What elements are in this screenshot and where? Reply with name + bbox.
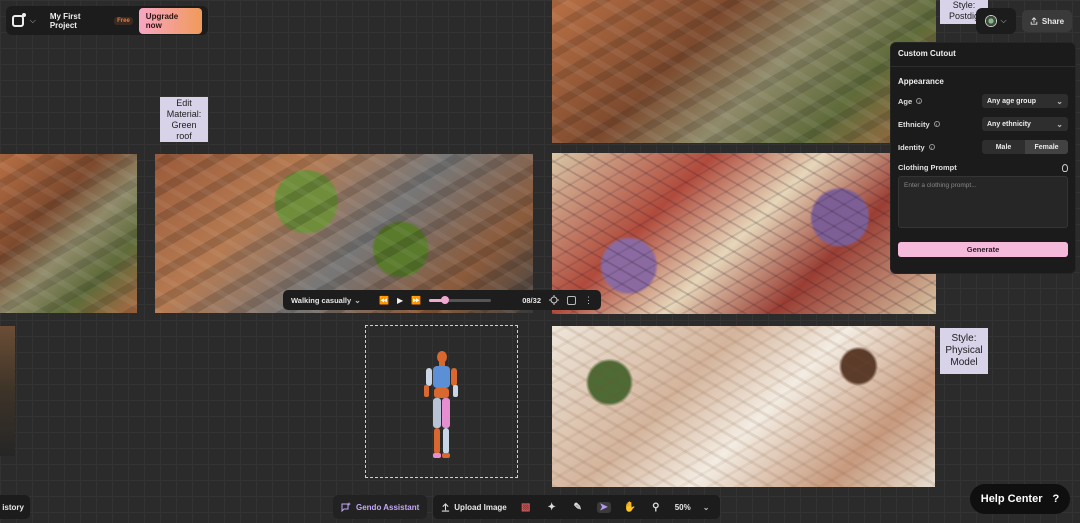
identity-row: Identity i Male Female	[898, 140, 1068, 154]
lightbulb-icon[interactable]	[1062, 163, 1068, 172]
upload-image-button[interactable]: Upload Image	[441, 502, 507, 512]
upgrade-button[interactable]: Upgrade now	[138, 7, 202, 34]
panel-title: Custom Cutout	[891, 49, 1075, 67]
image-left-buildings[interactable]	[0, 154, 137, 313]
project-title[interactable]: My First Project	[50, 12, 108, 30]
clothing-prompt-label: Clothing Prompt	[898, 163, 957, 172]
animation-playback-bar: Walking casually ⌄ ⏪ ▶ ⏩ 08/32 ⋮	[283, 290, 601, 310]
identity-label: Identity	[898, 142, 925, 152]
person-tool-icon[interactable]: ✦	[545, 502, 559, 513]
assistant-icon	[341, 502, 351, 512]
play-icon[interactable]: ▶	[397, 296, 403, 305]
assistant-label: Gendo Assistant	[356, 502, 420, 512]
info-icon[interactable]: i	[928, 144, 935, 150]
fit-frame-icon[interactable]	[567, 295, 576, 305]
crosshair-icon[interactable]	[549, 295, 559, 305]
chevron-down-icon: ⌄	[354, 295, 361, 305]
help-label: Help Center	[980, 493, 1043, 505]
share-icon	[1030, 17, 1038, 25]
playback-slider[interactable]	[429, 295, 492, 304]
more-options-icon[interactable]: ⋮	[584, 295, 593, 305]
logo-icon[interactable]	[12, 12, 26, 27]
hand-tool-icon[interactable]: ✋	[623, 502, 637, 513]
age-value: Any age group	[987, 97, 1037, 105]
tool-group: Upload Image ▧ ✦ ✎ ➤ ✋ ⚲ 50% ⌄	[433, 495, 720, 519]
history-label: istory	[2, 502, 24, 512]
history-button[interactable]: istory	[0, 495, 30, 519]
identity-option-female[interactable]: Female	[1025, 140, 1068, 154]
question-icon: ?	[1052, 493, 1060, 505]
bottom-toolbar: Gendo Assistant Upload Image ▧ ✦ ✎ ➤ ✋ ⚲…	[333, 495, 720, 519]
zoom-level[interactable]: 50%	[675, 503, 691, 512]
chevron-down-icon: ⌵	[1000, 16, 1007, 25]
share-label: Share	[1041, 16, 1065, 26]
chevron-down-icon[interactable]: ⌄	[703, 503, 710, 512]
sticky-note-tool-icon[interactable]: ✎	[571, 502, 585, 513]
chevron-down-icon: ⌄	[1056, 119, 1063, 129]
info-icon[interactable]: i	[933, 121, 940, 127]
frame-counter: 08/32	[522, 295, 541, 305]
clothing-prompt-header: Clothing Prompt	[898, 163, 1068, 172]
image-postdigital-render[interactable]	[552, 153, 936, 314]
custom-cutout-panel: Custom Cutout Appearance Age i Any age gr…	[890, 42, 1076, 274]
identity-toggle: Male Female	[982, 140, 1068, 154]
account-menu-button[interactable]: ⌵	[976, 8, 1016, 34]
chevron-down-icon[interactable]: ⌵	[30, 16, 36, 26]
image-left-partial[interactable]	[0, 326, 15, 456]
age-label: Age	[898, 96, 913, 106]
age-row: Age i Any age group ⌄	[898, 94, 1068, 108]
ethnicity-value: Any ethnicity	[987, 120, 1031, 128]
appearance-heading: Appearance	[898, 77, 944, 86]
image-physical-model[interactable]	[552, 326, 935, 487]
mannequin-figure[interactable]	[418, 350, 464, 462]
ethnicity-label: Ethnicity	[898, 119, 930, 129]
project-bar: ⌵ My First Project Free Upgrade now	[6, 6, 208, 35]
info-icon[interactable]: i	[916, 98, 923, 104]
animation-name: Walking casually	[291, 295, 352, 305]
cutout-tool-icon[interactable]: ▧	[519, 502, 533, 513]
generate-button[interactable]: Generate	[898, 242, 1068, 257]
image-top-render[interactable]	[552, 0, 936, 143]
select-tool-icon[interactable]: ➤	[596, 501, 611, 513]
clothing-prompt-input[interactable]: Enter a clothing prompt...	[898, 176, 1068, 228]
rewind-icon[interactable]: ⏪	[379, 296, 389, 305]
playback-handle[interactable]	[440, 295, 449, 304]
zoom-icon[interactable]: ⚲	[649, 502, 663, 513]
age-select[interactable]: Any age group ⌄	[982, 94, 1068, 108]
note-style-physical-model[interactable]: Style: Physical Model	[940, 328, 988, 374]
ethnicity-row: Ethnicity i Any ethnicity ⌄	[898, 117, 1068, 131]
plan-badge: Free	[114, 16, 133, 25]
avatar	[985, 15, 998, 27]
chevron-down-icon: ⌄	[1056, 96, 1063, 106]
animation-select[interactable]: Walking casually ⌄	[291, 296, 371, 305]
upload-icon	[442, 502, 450, 512]
top-right-controls: ⌵ Share	[976, 8, 1072, 34]
note-edit-material[interactable]: Edit Material: Green roof	[160, 97, 208, 142]
fast-forward-icon[interactable]: ⏩	[411, 296, 421, 305]
upload-label: Upload Image	[454, 502, 507, 512]
share-button[interactable]: Share	[1022, 10, 1072, 32]
help-center-button[interactable]: Help Center ?	[970, 484, 1070, 514]
ethnicity-select[interactable]: Any ethnicity ⌄	[982, 117, 1068, 131]
identity-option-male[interactable]: Male	[982, 140, 1025, 154]
gendo-assistant-button[interactable]: Gendo Assistant	[333, 495, 428, 519]
